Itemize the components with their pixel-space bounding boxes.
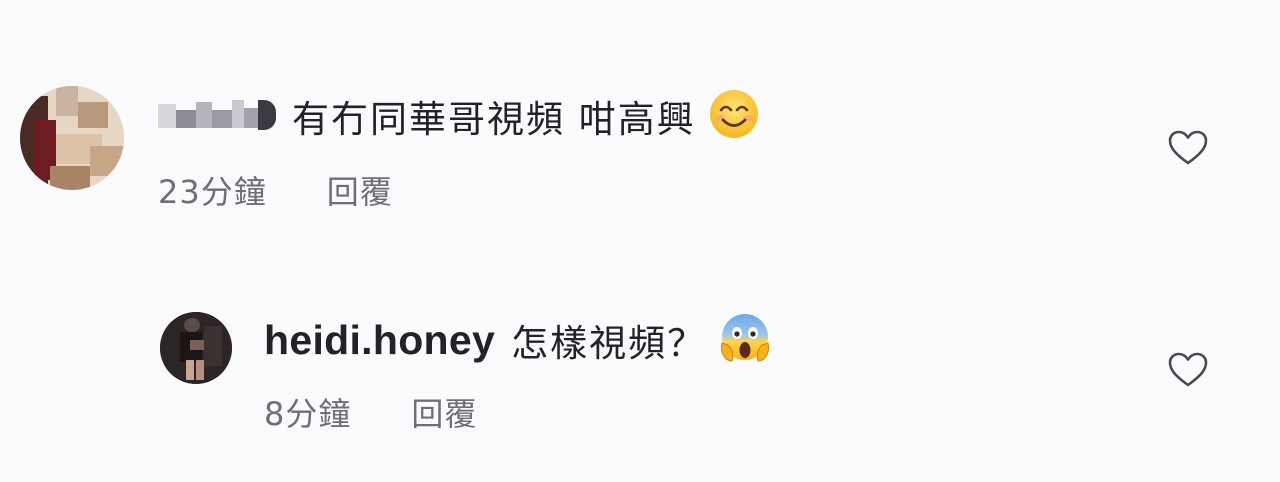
heart-outline-icon[interactable] xyxy=(1168,130,1208,166)
avatar[interactable] xyxy=(20,86,124,190)
heart-outline-icon[interactable] xyxy=(1168,352,1208,388)
comment-timestamp: 23分鐘 xyxy=(158,173,267,211)
comment-content: heidi.honey 怎樣視頻？ xyxy=(264,312,772,368)
screaming-face-icon xyxy=(718,311,772,369)
smiling-face-icon xyxy=(708,88,760,144)
avatar[interactable] xyxy=(160,312,232,384)
username[interactable]: heidi.honey xyxy=(264,317,495,364)
comment-item: 有冇同華哥視頻 咁高興 23分鐘 回覆 xyxy=(0,70,1280,240)
comment-content: 有冇同華哥視頻 咁高興 xyxy=(158,88,760,144)
reply-button[interactable]: 回覆 xyxy=(411,389,477,435)
comment-text: 有冇同華哥視頻 咁高興 xyxy=(292,98,696,141)
username-blurred[interactable] xyxy=(158,100,278,132)
reply-button[interactable]: 回覆 xyxy=(327,167,393,213)
comment-meta: 23分鐘 回覆 xyxy=(158,168,393,212)
comment-text: 怎樣視頻？ xyxy=(511,322,707,365)
comment-meta: 8分鐘 回覆 xyxy=(264,390,477,434)
comment-timestamp: 8分鐘 xyxy=(264,395,352,433)
comment-item: heidi.honey 怎樣視頻？ 8分鐘 回覆 xyxy=(0,300,1280,450)
